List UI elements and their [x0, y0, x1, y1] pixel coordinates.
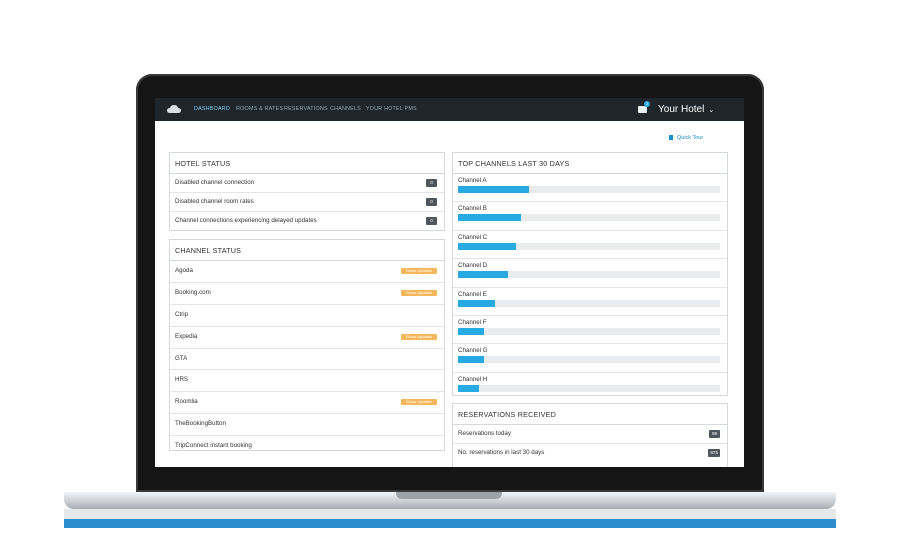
show-updates-button[interactable]: Show Updates [401, 289, 437, 296]
reservation-count: 875 [708, 449, 720, 457]
channel-row: HRS [170, 370, 444, 393]
channel-bar-track [458, 271, 720, 279]
top-channels-panel: TOP CHANNELS LAST 30 DAYS Channel A Chann… [452, 152, 728, 396]
status-row-label: Channel connections experiencing delayed… [175, 217, 317, 224]
quick-tour-label: Quick Tour [677, 135, 704, 141]
channel-bar-track [458, 356, 720, 364]
reservations-title: RESERVATIONS RECEIVED [453, 404, 727, 425]
status-row: Channel connections experiencing delayed… [170, 212, 444, 230]
hotel-name: Your Hotel [658, 104, 705, 115]
channel-bar-track [458, 214, 720, 222]
channel-row: Ctrip [170, 305, 444, 327]
nav-dashboard[interactable]: DASHBOARD [194, 106, 230, 112]
channel-bar-label: Channel A [458, 177, 487, 184]
nav-your-hotel-pms[interactable]: YOUR HOTEL PMS [366, 106, 417, 112]
channel-bar-label: Channel B [458, 205, 487, 213]
chevron-down-icon: ⌄ [708, 107, 715, 114]
cloud-logo-icon [167, 105, 181, 113]
status-row-label: Disabled channel room rates [175, 198, 254, 205]
show-updates-button[interactable]: Show Updates [401, 333, 437, 340]
channel-row: TheBookingButton [170, 414, 444, 437]
channel-bar-fill [458, 242, 516, 250]
channel-bar-track [458, 186, 720, 193]
channel-row: Agoda Show Updates [170, 261, 444, 283]
top-navbar: DASHBOARD ROOMS & RATES RESERVATIONS CHA… [155, 98, 744, 121]
channel-row: TripConnect instant booking [170, 436, 444, 457]
notification-badge: 2 [644, 101, 650, 107]
channel-status-panel: CHANNEL STATUS Agoda Show Updates Booking.… [169, 239, 445, 451]
channel-bar-track [458, 242, 720, 250]
reservation-row: Reservations today 98 [453, 425, 727, 444]
book-icon [669, 135, 673, 140]
channel-row-label: TheBookingButton [175, 420, 226, 428]
channel-bar-track [458, 327, 720, 335]
channel-bar-row: Channel E [453, 288, 727, 316]
channel-row-label: Ctrip [175, 310, 189, 318]
channel-row-label: Expedia [175, 332, 198, 340]
status-row-label: Disabled channel connection [175, 179, 255, 186]
channel-bar-fill [458, 327, 485, 335]
channel-bar-row: Channel F [453, 316, 727, 345]
status-count: 0 [426, 217, 437, 225]
reservation-row: No. reservations in last 30 days 875 [453, 444, 727, 462]
app-screen: DASHBOARD ROOMS & RATES RESERVATIONS CHA… [155, 98, 744, 467]
channel-bar-label: Channel F [458, 318, 487, 326]
hotel-status-title: HOTEL STATUS [170, 153, 444, 174]
channel-row-label: Agoda [175, 267, 193, 274]
channel-bar-label: Channel H [458, 375, 488, 383]
channel-bar-fill [458, 299, 495, 307]
channel-bar-fill [458, 186, 529, 193]
channel-bar-fill [458, 356, 485, 364]
channel-bar-row: Channel H [453, 373, 727, 400]
reservation-row-label: Reservations today [458, 430, 511, 437]
nav-rooms-rates[interactable]: ROOMS & RATES [236, 106, 283, 112]
channel-bar-fill [458, 384, 479, 392]
show-updates-button[interactable]: Show Updates [401, 399, 437, 406]
channel-bar-label: Channel G [458, 347, 488, 355]
channel-bar-row: Channel B [453, 202, 727, 231]
reservation-count: 98 [709, 430, 720, 438]
status-row: Disabled channel connection 0 [170, 174, 444, 193]
channel-row: Roomlia Show Updates [170, 392, 444, 415]
channel-row: Booking.com Show Updates [170, 283, 444, 305]
channel-row: Expedia Show Updates [170, 327, 444, 349]
status-count: 0 [426, 179, 437, 187]
channel-bar-row: Channel A [453, 174, 727, 203]
show-updates-button[interactable]: Show Updates [401, 268, 437, 274]
reservation-row-label: No. reservations in last 30 days [458, 449, 545, 456]
nav-reservations[interactable]: RESERVATIONS [284, 106, 328, 112]
channel-row: GTA [170, 349, 444, 371]
channel-bar-fill [458, 271, 508, 279]
channel-row-label: Roomlia [175, 398, 198, 406]
top-channels-title: TOP CHANNELS LAST 30 DAYS [453, 153, 727, 174]
channel-row-label: HRS [175, 376, 189, 384]
laptop-base [64, 492, 836, 509]
status-row: Disabled channel room rates 0 [170, 193, 444, 212]
channel-row-label: GTA [175, 354, 188, 362]
channel-bar-track [458, 384, 720, 392]
laptop-base-edge [64, 509, 836, 519]
status-count: 0 [426, 198, 437, 206]
channel-row-label: TripConnect instant booking [175, 442, 252, 450]
channel-bar-row: Channel G [453, 344, 727, 373]
laptop-base-stripe [64, 519, 836, 528]
hotel-menu[interactable]: Your Hotel ⌄ [658, 104, 714, 115]
hotel-status-panel: HOTEL STATUS Disabled channel connection… [169, 152, 445, 231]
reservations-panel: RESERVATIONS RECEIVED Reservations today… [452, 403, 728, 467]
quick-tour-link[interactable]: Quick Tour [669, 135, 703, 141]
channel-bar-label: Channel C [458, 233, 488, 241]
channel-bar-label: Channel E [458, 290, 487, 298]
laptop-notch [396, 492, 502, 499]
channel-bar-track [458, 299, 720, 307]
channel-bar-label: Channel D [458, 262, 488, 270]
channel-bar-row: Channel D [453, 259, 727, 288]
channel-bar-row: Channel C [453, 231, 727, 260]
mail-icon[interactable] [638, 106, 647, 113]
channel-status-title: CHANNEL STATUS [170, 240, 444, 261]
nav-channels[interactable]: CHANNELS [330, 106, 361, 112]
channel-row-label: Booking.com [175, 288, 211, 296]
channel-bar-fill [458, 214, 521, 222]
